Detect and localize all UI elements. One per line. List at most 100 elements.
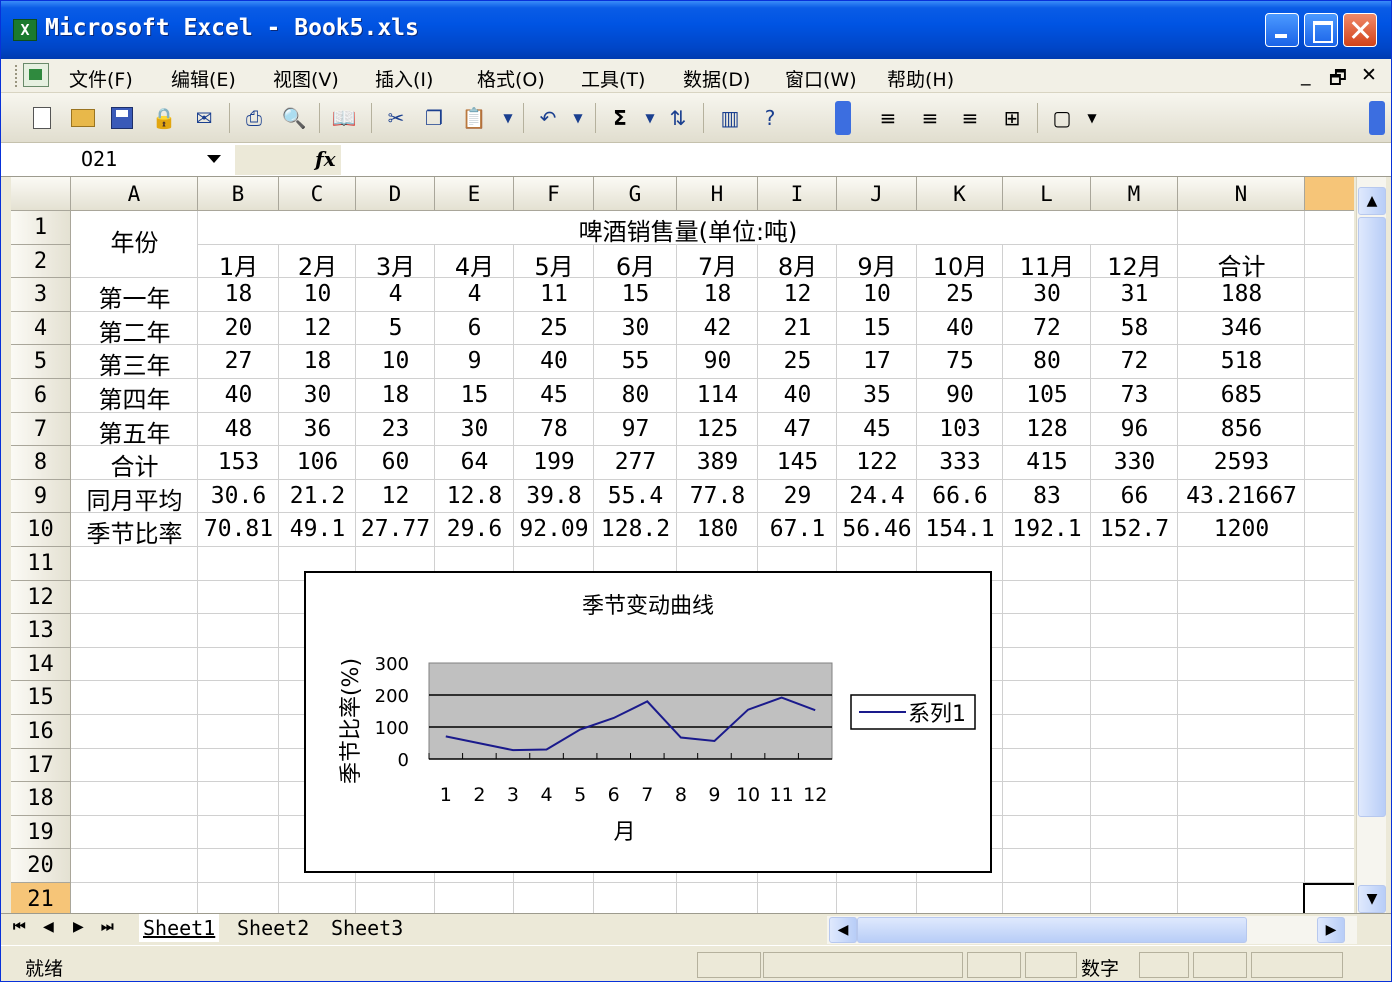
cell-value[interactable]: 106 [279, 449, 356, 475]
cell-value[interactable]: 30 [1003, 281, 1091, 307]
cell-value[interactable]: 152.7 [1091, 516, 1178, 542]
permission-icon[interactable]: 🔒 [151, 105, 177, 131]
tab-sheet3[interactable]: Sheet3 [327, 914, 407, 942]
cell-value[interactable]: 77.8 [677, 483, 758, 509]
cell-row-label[interactable]: 季节比率 [71, 514, 198, 549]
cell-value[interactable]: 17 [837, 348, 917, 374]
borders-icon[interactable]: ▢ [1049, 105, 1075, 131]
cell-value[interactable]: 55.4 [594, 483, 677, 509]
row-header[interactable]: 14 [11, 647, 71, 682]
cell-value[interactable]: 27 [198, 348, 279, 374]
cell-value[interactable]: 199 [514, 449, 594, 475]
cell-value[interactable]: 67.1 [758, 516, 837, 542]
cell-table-title[interactable]: 啤酒销售量(单位:吨) [198, 212, 1178, 247]
insert-function-button[interactable]: fx [235, 145, 341, 175]
cell-value[interactable]: 56.46 [837, 516, 917, 542]
row-header[interactable]: 20 [11, 849, 71, 883]
tab-sheet1[interactable]: Sheet1 [139, 914, 220, 942]
cell-value[interactable]: 21.2 [279, 483, 356, 509]
excel-icon[interactable]: X [13, 19, 37, 41]
align-center-icon[interactable]: ≡ [917, 105, 943, 131]
cell-value[interactable]: 2593 [1178, 449, 1305, 475]
cell-value[interactable]: 128 [1003, 416, 1091, 442]
cell-value[interactable]: 72 [1003, 315, 1091, 341]
cell-value[interactable]: 58 [1091, 315, 1178, 341]
paste-icon[interactable]: 📋 [461, 105, 487, 131]
cell-value[interactable]: 20 [198, 315, 279, 341]
select-all-corner[interactable] [11, 177, 71, 211]
research-icon[interactable]: 📖 [331, 105, 357, 131]
row-header[interactable]: 12 [11, 580, 71, 615]
cell-value[interactable]: 12 [758, 281, 837, 307]
scroll-left-button[interactable]: ◀ [829, 917, 857, 943]
cell-value[interactable]: 30 [435, 416, 514, 442]
vertical-scroll-thumb[interactable] [1358, 217, 1386, 817]
cell-month-header[interactable]: 10月 [917, 247, 1003, 282]
new-icon[interactable] [33, 107, 51, 129]
cell-row-label[interactable]: 第五年 [71, 414, 198, 449]
cell-value[interactable]: 40 [917, 315, 1003, 341]
email-icon[interactable]: ✉ [191, 105, 217, 131]
align-left-icon[interactable]: ≡ [875, 105, 901, 131]
cell-value[interactable]: 25 [514, 315, 594, 341]
row-header[interactable]: 4 [11, 311, 71, 346]
row-header[interactable]: 15 [11, 681, 71, 715]
cell-value[interactable]: 40 [198, 382, 279, 408]
column-header[interactable]: N [1178, 177, 1305, 211]
column-header[interactable]: A [71, 177, 198, 211]
cell-value[interactable]: 80 [1003, 348, 1091, 374]
cell-value[interactable]: 18 [677, 281, 758, 307]
cell-value[interactable]: 10 [356, 348, 435, 374]
cell-value[interactable]: 90 [917, 382, 1003, 408]
cell-row-label[interactable]: 第三年 [71, 346, 198, 381]
row-header[interactable]: 13 [11, 614, 71, 648]
cell-value[interactable]: 64 [435, 449, 514, 475]
tab-sheet2[interactable]: Sheet2 [233, 914, 313, 942]
cell-value[interactable]: 29.6 [435, 516, 514, 542]
toolbar-options-chevron-2[interactable] [1369, 101, 1385, 135]
column-header[interactable]: F [514, 177, 594, 211]
cell-value[interactable]: 114 [677, 382, 758, 408]
sort-ascending-icon[interactable]: ⇅ [665, 105, 691, 131]
formula-input[interactable] [343, 145, 1383, 175]
cell-value[interactable]: 72 [1091, 348, 1178, 374]
menu-edit[interactable]: 编辑(E) [171, 65, 236, 92]
cell-value[interactable]: 45 [514, 382, 594, 408]
cell-value[interactable]: 122 [837, 449, 917, 475]
cell-value[interactable]: 27.77 [356, 516, 435, 542]
cell-value[interactable]: 4 [435, 281, 514, 307]
scroll-right-button[interactable]: ▶ [1317, 917, 1345, 943]
horizontal-scrollbar[interactable]: ◀ ▶ [827, 916, 1357, 944]
cell-value[interactable]: 40 [514, 348, 594, 374]
row-header[interactable]: 10 [11, 513, 71, 547]
vertical-scrollbar[interactable]: ▲ ▼ [1356, 177, 1386, 913]
menu-format[interactable]: 格式(O) [477, 65, 545, 92]
cell-value[interactable]: 277 [594, 449, 677, 475]
cell-value[interactable]: 18 [198, 281, 279, 307]
save-icon[interactable] [111, 107, 133, 129]
last-sheet-button[interactable]: ⏭ [101, 919, 114, 935]
column-header[interactable]: C [279, 177, 356, 211]
cell-value[interactable]: 29 [758, 483, 837, 509]
cell-month-header[interactable]: 11月 [1003, 247, 1091, 282]
cell-row-label[interactable]: 第一年 [71, 279, 198, 314]
print-preview-icon[interactable]: 🔍 [281, 105, 307, 131]
cut-icon[interactable]: ✂ [383, 105, 409, 131]
cell-value[interactable]: 10 [837, 281, 917, 307]
cell-value[interactable]: 180 [677, 516, 758, 542]
chart[interactable]: 季节变动曲线 0 100 200 300 1 2 3 4 5 6 7 8 9 10 11 12 季节比率(%… [304, 571, 992, 873]
open-icon[interactable] [71, 109, 95, 127]
row-header[interactable]: 21 [11, 883, 71, 913]
cell-value[interactable]: 25 [917, 281, 1003, 307]
cell-value[interactable]: 96 [1091, 416, 1178, 442]
cell-value[interactable]: 105 [1003, 382, 1091, 408]
doc-minimize-button[interactable]: _ [1301, 64, 1311, 86]
close-button[interactable] [1343, 13, 1377, 47]
cell-row-label[interactable]: 第四年 [71, 380, 198, 415]
row-header[interactable]: 16 [11, 715, 71, 749]
cell-value[interactable]: 25 [758, 348, 837, 374]
cell-value[interactable]: 685 [1178, 382, 1305, 408]
cell-value[interactable]: 125 [677, 416, 758, 442]
cell-value[interactable]: 15 [837, 315, 917, 341]
active-cell[interactable] [1303, 883, 1354, 913]
